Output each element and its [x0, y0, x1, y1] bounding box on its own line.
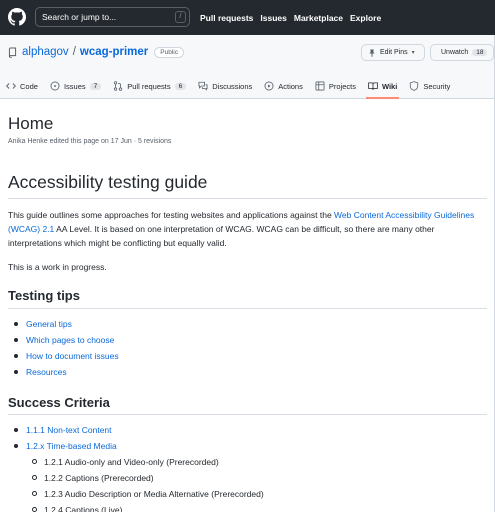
intro-paragraph: This guide outlines some approaches for …	[8, 208, 483, 250]
actions-icon	[264, 81, 274, 91]
sublist-item: 1.2.2 Captions (Prerecorded)	[32, 470, 264, 486]
issue-icon	[50, 81, 60, 91]
sublist-item: 1.2.4 Captions (Live)	[32, 502, 264, 512]
edit-pins-button[interactable]: Edit Pins ▾	[361, 44, 425, 61]
tab-code-label: Code	[20, 81, 38, 91]
tab-security-label: Security	[423, 81, 451, 91]
tab-discussions-label: Discussions	[212, 81, 253, 91]
global-header: Search or jump to... / Pull requests Iss…	[0, 0, 495, 35]
list-item: How to document issues	[14, 348, 119, 364]
repo-name-link[interactable]: wcag-primer	[80, 46, 148, 58]
tab-issues-label: Issues	[63, 81, 86, 91]
nav-pull-requests[interactable]: Pull requests	[200, 13, 253, 23]
list-item: Resources	[14, 364, 119, 380]
list-item: General tips	[14, 316, 119, 332]
repo-header: alphagov / wcag-primer Public Edit Pins …	[0, 35, 495, 99]
repo-title: alphagov / wcag-primer Public	[8, 46, 184, 58]
document-issues-link[interactable]: How to document issues	[26, 351, 119, 361]
unwatch-label: Unwatch	[441, 49, 469, 56]
heading-divider	[8, 198, 487, 199]
projects-icon	[315, 81, 325, 91]
nav-issues[interactable]: Issues	[260, 13, 286, 23]
tab-pull-requests[interactable]: Pull requests 6	[107, 73, 192, 99]
tab-projects-label: Projects	[328, 81, 356, 91]
which-pages-link[interactable]: Which pages to choose	[26, 335, 114, 345]
tab-actions[interactable]: Actions	[258, 73, 309, 99]
time-based-media-sublist: 1.2.1 Audio-only and Video-only (Prereco…	[32, 454, 264, 512]
chevron-down-icon: ▾	[411, 50, 415, 56]
repo-tabs: Code Issues 7 Pull requests 6 Discussion…	[0, 73, 456, 99]
global-nav: Pull requests Issues Marketplace Explore	[200, 0, 381, 35]
pull-requests-count: 6	[174, 82, 187, 90]
tab-projects[interactable]: Projects	[309, 73, 362, 99]
tab-wiki-label: Wiki	[381, 81, 398, 91]
list-item: Which pages to choose	[14, 332, 119, 348]
criterion-1-1-1-link[interactable]: 1.1.1 Non-text Content	[26, 425, 112, 435]
nav-marketplace[interactable]: Marketplace	[294, 13, 343, 23]
criterion-1-2-x-link[interactable]: 1.2.x Time-based Media	[26, 441, 117, 451]
unwatch-button[interactable]: Unwatch 18	[430, 44, 494, 61]
testing-tips-divider	[8, 308, 487, 309]
issues-count: 7	[89, 82, 102, 90]
general-tips-link[interactable]: General tips	[26, 319, 72, 329]
list-item: 1.2.x Time-based Media 1.2.1 Audio-only …	[14, 438, 264, 512]
intro-text-after: AA Level. It is based on one interpretat…	[8, 224, 435, 248]
tab-code[interactable]: Code	[0, 73, 44, 99]
intro-text-before: This guide outlines some approaches for …	[8, 210, 335, 220]
code-icon	[6, 83, 16, 89]
testing-tips-heading: Testing tips	[8, 288, 80, 303]
tab-wiki[interactable]: Wiki	[362, 73, 403, 99]
github-logo-icon[interactable]	[8, 8, 26, 26]
nav-explore[interactable]: Explore	[350, 13, 381, 23]
sublist-item: 1.2.1 Audio-only and Video-only (Prereco…	[32, 454, 264, 470]
article-heading: Accessibility testing guide	[8, 172, 208, 192]
tab-issues[interactable]: Issues 7	[44, 73, 107, 99]
visibility-badge: Public	[154, 46, 184, 58]
page-meta: Anika Henke edited this page on 17 Jun ·…	[8, 138, 172, 145]
success-criteria-list: 1.1.1 Non-text Content 1.2.x Time-based …	[14, 422, 264, 512]
tab-pull-requests-label: Pull requests	[127, 81, 171, 91]
resources-link[interactable]: Resources	[26, 367, 67, 377]
sublist-item: 1.2.3 Audio Description or Media Alterna…	[32, 486, 264, 502]
search-shortcut-key: /	[175, 11, 186, 23]
tab-discussions[interactable]: Discussions	[192, 73, 258, 99]
success-criteria-heading: Success Criteria	[8, 395, 110, 410]
pull-request-icon	[114, 81, 123, 91]
tab-actions-label: Actions	[278, 81, 303, 91]
tab-security[interactable]: Security	[403, 73, 456, 99]
wip-paragraph: This is a work in progress.	[8, 262, 107, 272]
pin-icon	[369, 49, 375, 57]
list-item: 1.1.1 Non-text Content	[14, 422, 264, 438]
page-title: Home	[8, 114, 54, 133]
edit-pins-label: Edit Pins	[380, 49, 408, 56]
repo-separator: /	[72, 46, 76, 58]
discussions-icon	[198, 81, 208, 91]
repo-owner-link[interactable]: alphagov	[22, 46, 69, 58]
search-placeholder: Search or jump to...	[42, 12, 117, 22]
repo-icon	[8, 47, 17, 58]
wiki-icon	[368, 82, 378, 90]
search-input[interactable]: Search or jump to... /	[35, 7, 190, 27]
success-criteria-divider	[8, 414, 487, 415]
shield-icon	[410, 81, 419, 91]
watch-count: 18	[472, 49, 488, 56]
testing-tips-list: General tips Which pages to choose How t…	[14, 316, 119, 380]
